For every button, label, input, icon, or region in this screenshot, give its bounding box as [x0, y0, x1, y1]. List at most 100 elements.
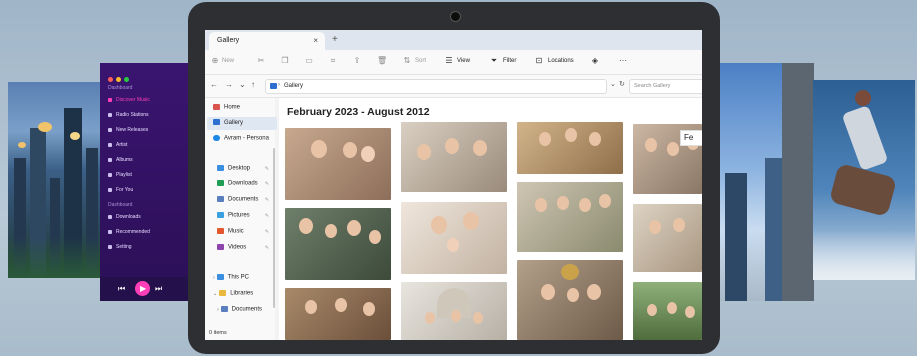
sidebar-scrollbar[interactable]	[273, 148, 275, 308]
cloud-icon	[213, 135, 220, 141]
documents-icon	[217, 196, 224, 202]
camera-icon	[450, 11, 461, 22]
pictures-icon	[217, 212, 224, 218]
sidebar-item-desktop[interactable]: Desktop	[217, 165, 250, 172]
photo-thumbnail[interactable]	[285, 128, 391, 200]
music-icon	[217, 228, 224, 234]
filter-icon: ⏷	[490, 56, 498, 65]
music-nav-downloads[interactable]: Downloads	[108, 214, 141, 220]
gallery-icon	[213, 119, 220, 126]
sidebar-item-documents[interactable]: Documents	[217, 196, 258, 203]
delete-icon[interactable]: 🗑	[377, 57, 387, 65]
rainbow-skyscraper-photo	[717, 63, 814, 301]
pc-icon	[216, 274, 224, 280]
cut-icon[interactable]: ✂	[257, 57, 265, 65]
music-nav-for-you[interactable]: For You	[108, 187, 133, 193]
photo-thumbnail[interactable]	[401, 122, 507, 192]
refresh-icon[interactable]: ↻	[619, 80, 625, 88]
sidebar-item-library-documents[interactable]: › Documents	[217, 306, 262, 313]
pin-icon[interactable]: ✎	[265, 197, 269, 203]
music-nav-albums[interactable]: Albums	[108, 157, 133, 163]
pin-icon[interactable]: ✎	[265, 181, 269, 187]
new-icon: ⊕	[211, 56, 219, 65]
sidebar-item-gallery[interactable]: Gallery	[207, 117, 277, 130]
photo-thumbnail[interactable]	[285, 288, 391, 340]
forward-icon[interactable]: →	[225, 80, 233, 89]
new-tab-button[interactable]: +	[332, 34, 338, 45]
next-track-icon[interactable]: ⏭	[155, 284, 162, 294]
breadcrumb-gallery[interactable]: Gallery	[284, 83, 303, 89]
pin-icon[interactable]: ✎	[265, 229, 269, 235]
gallery-view: February 2023 - August 2012	[279, 98, 702, 340]
skateboarder-photo	[813, 80, 915, 280]
folder-icon	[219, 290, 227, 296]
sidebar-item-onedrive[interactable]: Avram - Persona	[213, 135, 269, 142]
pin-icon[interactable]: ✎	[265, 213, 269, 219]
photo-thumbnail[interactable]	[401, 202, 507, 274]
photo-thumbnail[interactable]	[517, 260, 623, 340]
photo-thumbnail[interactable]	[517, 122, 623, 174]
photo-thumbnail[interactable]	[633, 282, 702, 340]
slideshow-icon[interactable]: ◈	[591, 57, 599, 65]
rename-icon[interactable]: ⌗	[329, 57, 337, 65]
music-app-panel: Dashboard Discover Music Radio Stations …	[100, 63, 188, 301]
chevron-down-icon[interactable]: ⌄	[239, 80, 246, 89]
chevron-down-icon[interactable]: ⌄	[610, 80, 616, 88]
share-icon[interactable]: ⇪	[353, 57, 361, 65]
filter-button[interactable]: Filter	[503, 58, 516, 64]
desktop-icon	[217, 165, 224, 171]
pin-icon[interactable]: ✎	[265, 245, 269, 251]
sidebar-item-music[interactable]: Music	[217, 228, 244, 235]
chevron-right-icon[interactable]: ›	[213, 275, 215, 281]
chevron-down-icon[interactable]: ⌄	[213, 291, 217, 297]
tab-gallery[interactable]: Gallery ×	[209, 32, 325, 50]
more-options-button[interactable]: ···	[619, 56, 627, 65]
copy-icon[interactable]: ❐	[281, 57, 289, 65]
city-photo	[8, 82, 100, 278]
locations-button[interactable]: Locations	[548, 58, 574, 64]
sidebar-item-home[interactable]: Home	[213, 104, 240, 111]
music-nav-setting[interactable]: Setting	[108, 244, 132, 250]
sidebar-item-libraries[interactable]: ⌄ Libraries	[213, 290, 253, 297]
play-button[interactable]: ▶	[135, 281, 150, 296]
sort-button[interactable]: Sort	[415, 58, 426, 64]
play-icon: ▶	[140, 284, 147, 293]
date-range-heading: February 2023 - August 2012	[287, 106, 430, 118]
music-nav-playlist[interactable]: Playlist	[108, 172, 132, 178]
music-section-header: Dashboard	[108, 202, 133, 208]
chevron-right-icon[interactable]: ›	[217, 307, 219, 313]
photo-thumbnail[interactable]	[285, 208, 391, 280]
music-nav-recommended[interactable]: Recommended	[108, 229, 150, 235]
new-button[interactable]: New	[222, 58, 234, 64]
pin-icon[interactable]: ✎	[265, 166, 269, 172]
paste-icon[interactable]: ▭	[305, 57, 313, 65]
locations-icon: ⊡	[535, 56, 543, 65]
up-icon[interactable]: ↑	[251, 80, 255, 89]
tab-title: Gallery	[217, 37, 240, 44]
sidebar-item-this-pc[interactable]: › This PC	[213, 274, 249, 281]
music-nav-new-releases[interactable]: New Releases	[108, 127, 148, 133]
search-input[interactable]: Search Gallery	[629, 79, 702, 94]
previous-track-icon[interactable]: ⏮	[118, 284, 125, 294]
music-section-header: Dashboard	[108, 85, 133, 91]
sidebar-item-pictures[interactable]: Pictures	[217, 212, 250, 219]
breadcrumb-separator: ›	[278, 82, 280, 88]
music-nav-artist[interactable]: Artist	[108, 142, 127, 148]
back-icon[interactable]: ←	[210, 80, 218, 89]
music-nav-radio[interactable]: Radio Stations	[108, 112, 149, 118]
path-field[interactable]: › Gallery	[265, 79, 607, 94]
status-item-count: 0 items	[209, 330, 227, 336]
tablet-device: Gallery × + ⊕ New ✂ ❐ ▭ ⌗ ⇪ 🗑 ⇅ Sort ☰ V…	[188, 2, 720, 354]
music-nav-discover[interactable]: Discover Music	[108, 97, 150, 103]
address-bar: ← → ⌄ ↑ › Gallery ⌄ ↻ Search Gallery	[205, 75, 702, 98]
sidebar-item-videos[interactable]: Videos	[217, 244, 246, 251]
photo-thumbnail[interactable]	[517, 182, 623, 252]
photo-thumbnail[interactable]	[401, 282, 507, 340]
sidebar-item-downloads[interactable]: Downloads	[217, 180, 258, 187]
photo-thumbnail[interactable]	[633, 204, 702, 272]
view-button[interactable]: View	[457, 58, 470, 64]
home-icon	[213, 104, 220, 110]
music-player-bar: ⏮ ▶ ⏭	[100, 277, 188, 301]
date-scrubber-tooltip: Fe	[680, 130, 702, 146]
close-tab-icon[interactable]: ×	[313, 36, 318, 45]
